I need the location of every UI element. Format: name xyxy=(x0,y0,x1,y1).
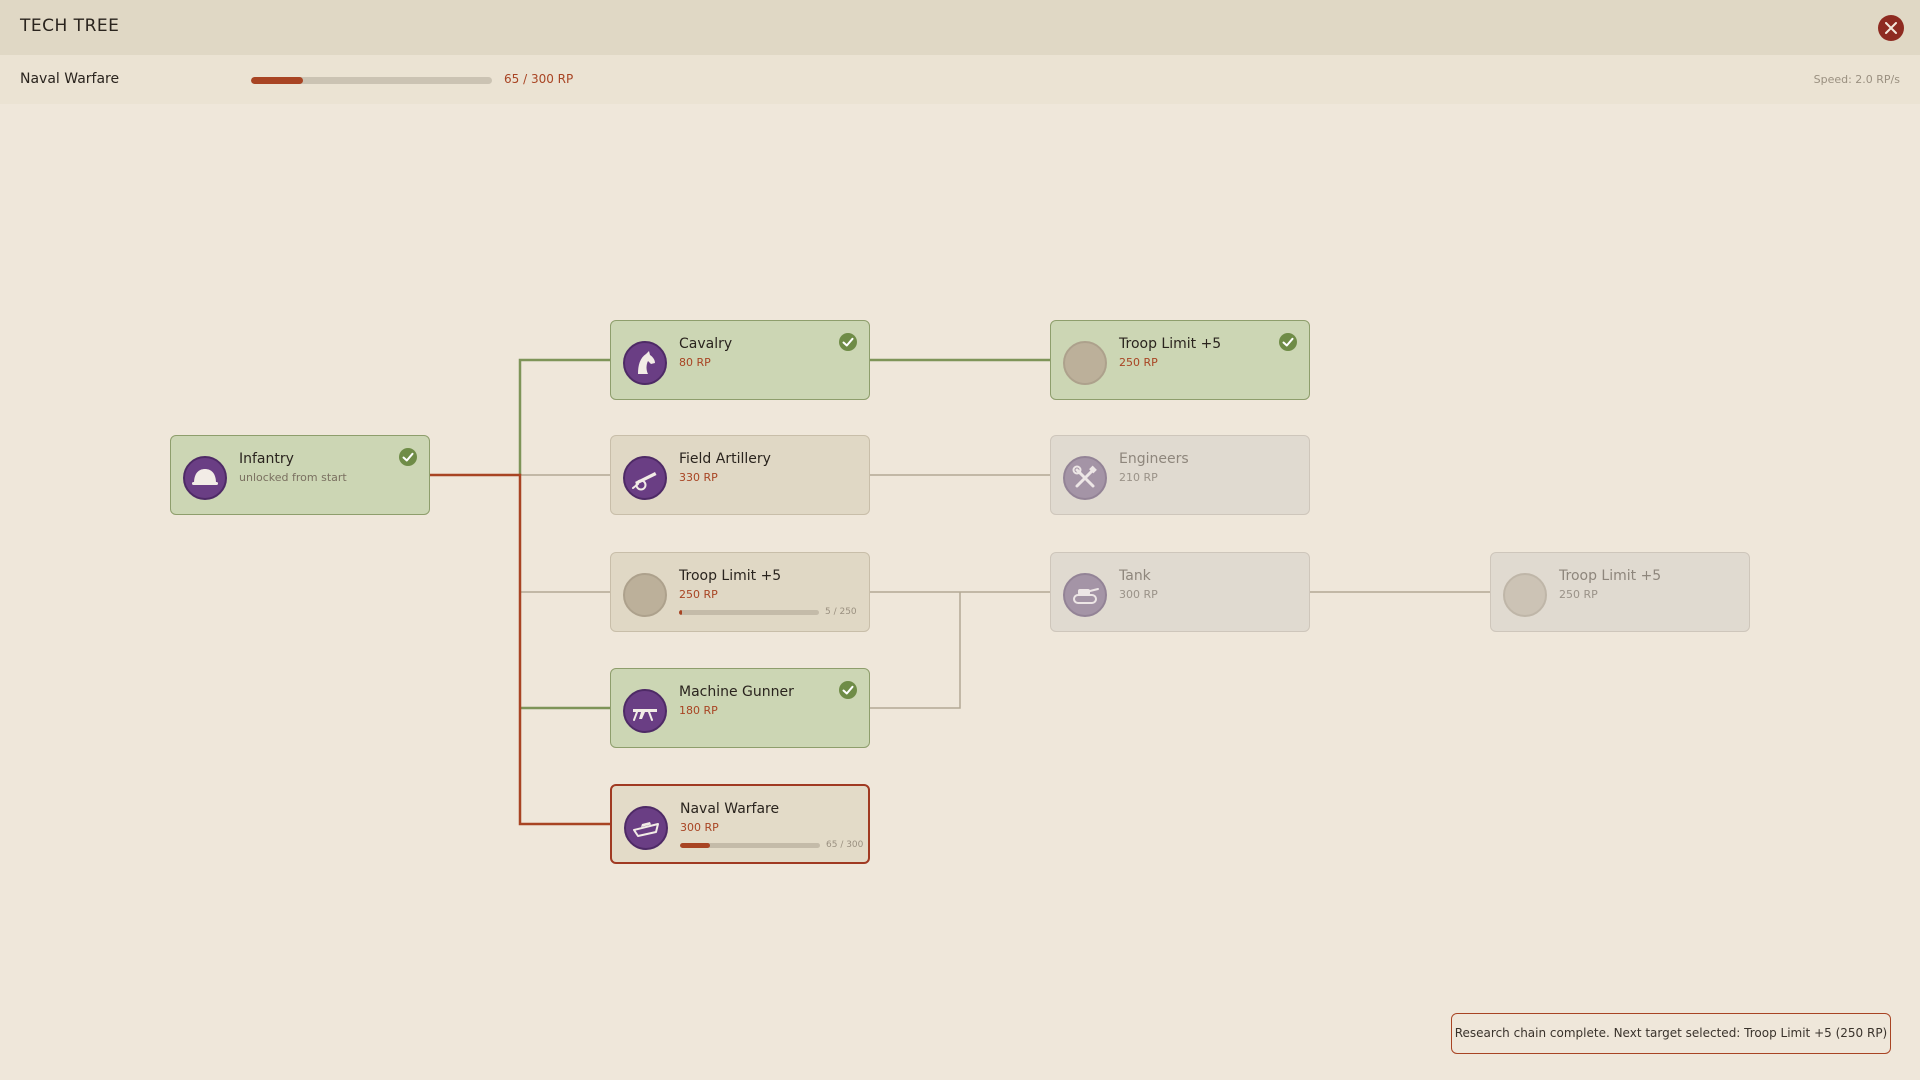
edge-infantry-naval-warfare xyxy=(430,473,610,826)
tech-unlock-note: unlocked from start xyxy=(239,471,347,484)
tech-cost: 330 RP xyxy=(679,471,718,484)
tech-progress-fill xyxy=(680,843,711,848)
tech-name: Troop Limit +5 xyxy=(679,568,782,584)
tank-icon xyxy=(1073,588,1099,604)
tech-name: Infantry xyxy=(239,451,294,467)
tech-cost: 250 RP xyxy=(1119,356,1158,369)
checkmark-icon xyxy=(402,452,414,462)
tech-cost: 80 RP xyxy=(679,356,711,369)
horse-icon xyxy=(638,351,655,374)
cannon-icon xyxy=(632,472,657,491)
tech-name: Engineers xyxy=(1119,451,1189,467)
tech-cost: 250 RP xyxy=(1559,588,1598,601)
tech-name: Field Artillery xyxy=(679,451,771,467)
tech-node-machine-gunner[interactable]: Machine Gunner 180 RP xyxy=(610,668,870,748)
tech-node-naval-warfare[interactable]: Naval Warfare 300 RP 65 / 300 xyxy=(610,784,870,864)
machine-gun-icon xyxy=(633,709,657,721)
notification-toast: Research chain complete. Next target sel… xyxy=(1451,1013,1891,1054)
troop-icon xyxy=(1063,341,1107,385)
tech-cost: 250 RP xyxy=(679,588,718,601)
tech-node-troop-limit-1[interactable]: Troop Limit +5 250 RP xyxy=(1050,320,1310,400)
tech-node-infantry[interactable]: Infantry unlocked from start xyxy=(170,435,430,515)
checkmark-icon xyxy=(842,337,854,347)
tech-name: Machine Gunner xyxy=(679,684,794,700)
edge-machine-gunner-tank xyxy=(870,592,961,709)
tech-progress-text: 65 / 300 xyxy=(826,840,864,850)
checkmark-icon xyxy=(842,685,854,695)
tech-cost: 300 RP xyxy=(1119,588,1158,601)
tech-cost: 300 RP xyxy=(680,821,719,834)
tech-node-troop-limit-2[interactable]: Troop Limit +5 250 RP 5 / 250 xyxy=(610,552,870,632)
checkmark-icon xyxy=(1282,337,1294,347)
ship-icon xyxy=(633,822,659,837)
edge-infantry-cavalry xyxy=(518,358,610,475)
tools-icon xyxy=(1072,465,1097,488)
tech-node-engineers[interactable]: Engineers 210 RP xyxy=(1050,435,1310,515)
tech-cost: 180 RP xyxy=(679,704,718,717)
tech-node-field-artillery[interactable]: Field Artillery 330 RP xyxy=(610,435,870,515)
tech-cost: 210 RP xyxy=(1119,471,1158,484)
tech-name: Troop Limit +5 xyxy=(1119,336,1222,352)
tech-progress-bar xyxy=(679,610,819,615)
tech-tree-connections xyxy=(430,358,1490,826)
tech-name: Troop Limit +5 xyxy=(1559,568,1662,584)
helmet-icon xyxy=(192,469,218,485)
tech-name: Naval Warfare xyxy=(680,801,780,817)
tech-name: Cavalry xyxy=(679,336,733,352)
tech-node-cavalry[interactable]: Cavalry 80 RP xyxy=(610,320,870,400)
tech-progress-fill xyxy=(679,610,682,615)
tech-node-troop-limit-3[interactable]: Troop Limit +5 250 RP xyxy=(1490,552,1750,632)
troop-icon xyxy=(623,573,667,617)
tech-name: Tank xyxy=(1119,568,1151,584)
troop-icon xyxy=(1503,573,1547,617)
tech-progress-text: 5 / 250 xyxy=(825,607,857,617)
tech-node-tank[interactable]: Tank 300 RP xyxy=(1050,552,1310,632)
tech-progress-bar xyxy=(680,843,820,848)
